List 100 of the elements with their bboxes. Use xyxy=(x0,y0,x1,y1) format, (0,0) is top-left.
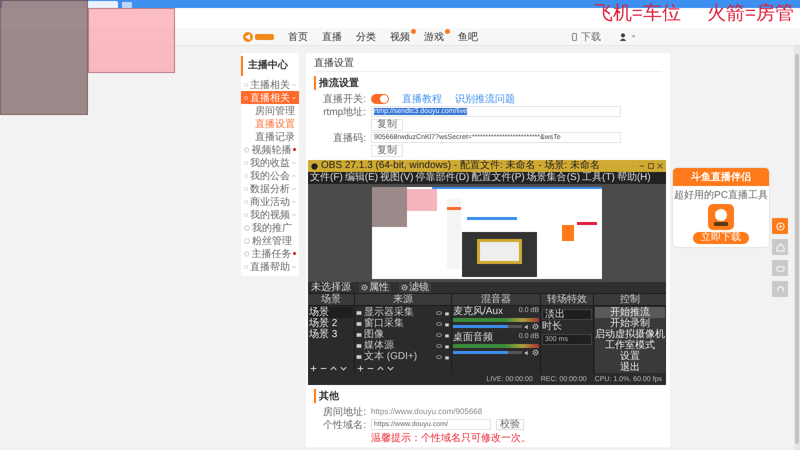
nav-link[interactable]: 游戏 xyxy=(424,29,450,44)
source-item[interactable]: 窗口采集 xyxy=(364,318,434,328)
source-item[interactable]: 显示器采集 xyxy=(364,308,434,318)
volume-slider[interactable] xyxy=(453,351,522,354)
menu-item[interactable]: 视图(V) xyxy=(380,173,414,183)
source-item[interactable]: 文本 (GDI+) xyxy=(364,352,434,362)
sidebar-item[interactable]: 数据分析 xyxy=(241,182,299,195)
nav-link[interactable]: 直播 xyxy=(322,29,348,44)
minus-icon[interactable] xyxy=(320,365,327,372)
scene-item[interactable]: 场景 3 xyxy=(309,329,353,340)
transition-select[interactable]: 淡出 xyxy=(542,309,592,320)
settings-icon[interactable] xyxy=(532,323,539,330)
scene-item[interactable]: 场景 xyxy=(309,307,353,318)
circle-icon xyxy=(244,146,250,152)
chevron-up-icon[interactable] xyxy=(377,365,384,372)
nav-link[interactable]: 首页 xyxy=(288,29,314,44)
field-label: 直播码: xyxy=(332,132,366,144)
sidebar-subitem[interactable]: 直播记录 xyxy=(241,130,299,143)
field-label: 个性域名: xyxy=(322,418,366,432)
settings-icon[interactable] xyxy=(401,284,408,291)
sidebar-title: 主播中心 xyxy=(241,56,299,76)
menu-item[interactable]: 场景集合(S) xyxy=(526,173,580,183)
circle-icon xyxy=(244,212,248,218)
circle-icon xyxy=(244,224,250,230)
dock-header: 来源 xyxy=(355,294,451,305)
sidebar-item[interactable]: 商业活动 xyxy=(241,195,299,208)
source-item[interactable]: 媒体源 xyxy=(364,340,434,350)
nav-link[interactable]: 鱼吧 xyxy=(458,29,484,44)
page-title: 直播设置 xyxy=(314,56,662,72)
maximize-icon[interactable] xyxy=(648,163,654,169)
field-label: 房间地址: xyxy=(322,406,366,418)
dock-header: 控制 xyxy=(594,294,666,305)
dock-header: 混音器 xyxy=(452,294,540,305)
avatar-icon[interactable] xyxy=(619,32,627,40)
scene-item[interactable]: 场景 2 xyxy=(309,318,353,329)
play-icon xyxy=(776,222,784,230)
field-label: 直播开关: xyxy=(322,92,366,106)
play-button[interactable] xyxy=(772,218,788,234)
minus-icon[interactable] xyxy=(367,365,374,372)
settings-icon[interactable] xyxy=(361,284,368,291)
section-title: 其他 xyxy=(314,389,662,403)
plus-icon[interactable] xyxy=(310,365,317,372)
sidebar-item[interactable]: 粉丝管理 xyxy=(241,234,299,247)
settings-icon[interactable] xyxy=(532,349,539,356)
close-icon[interactable] xyxy=(657,163,663,169)
sidebar-item[interactable]: 我的推广 xyxy=(241,221,299,234)
toolbar-button[interactable]: 属性 xyxy=(359,282,391,292)
control-button[interactable]: 工作室模式 xyxy=(595,340,665,351)
sidebar-item[interactable]: 直播帮助 xyxy=(241,260,299,273)
room-url: https://www.douyu.com/905668 xyxy=(371,407,482,416)
caret-icon[interactable] xyxy=(631,34,636,39)
status-label: 未选择源 xyxy=(311,282,351,292)
menu-item[interactable]: 停靠部件(D) xyxy=(415,173,470,183)
sidebar-item[interactable]: 我的公会 xyxy=(241,169,299,182)
copy-button[interactable]: 复制 xyxy=(371,118,403,130)
download-link[interactable]: 下载 xyxy=(581,30,601,44)
circle-icon xyxy=(244,172,248,178)
sidebar-item[interactable]: 主播任务 xyxy=(241,247,299,260)
chevron-down-icon[interactable] xyxy=(387,365,394,372)
menu-item[interactable]: 配置文件(P) xyxy=(471,173,525,183)
scrollbar[interactable] xyxy=(794,46,800,450)
control-button[interactable]: 开始录制 xyxy=(595,318,665,329)
sidebar-item[interactable]: 视频轮播 xyxy=(241,143,299,156)
minimize-icon[interactable] xyxy=(639,163,645,169)
nav-link[interactable]: 分类 xyxy=(356,29,382,44)
chevron-up-icon[interactable] xyxy=(330,365,337,372)
toolbar-button[interactable]: 滤镜 xyxy=(399,282,431,292)
circle-icon xyxy=(244,160,248,166)
nav-link[interactable]: 视频 xyxy=(390,29,416,44)
verify-button[interactable]: 校验 xyxy=(496,419,524,430)
promo-title: 斗鱼直播伴侣 xyxy=(673,168,769,186)
plus-icon[interactable] xyxy=(357,365,364,372)
home-icon xyxy=(776,242,784,252)
control-button[interactable]: 启动虚拟摄像机 xyxy=(595,329,665,340)
chevron-down-icon[interactable] xyxy=(340,365,347,372)
control-button[interactable]: 开始推流 xyxy=(595,307,665,318)
field-label: rtmp地址: xyxy=(322,106,366,118)
circle-icon xyxy=(244,238,250,244)
dock-header: 转场特效 xyxy=(541,294,593,305)
menu-item[interactable]: 文件(F) xyxy=(310,173,343,183)
sidebar-item[interactable]: 我的收益 xyxy=(241,156,299,169)
circle-icon xyxy=(244,186,248,192)
sidebar-item[interactable]: 我的视频 xyxy=(241,208,299,221)
channel-name: 麦克风/Aux xyxy=(453,307,504,317)
sidebar-subitem[interactable]: 房间管理 xyxy=(241,104,299,117)
source-item[interactable]: 图像 xyxy=(364,330,434,340)
dock-header: 场景 xyxy=(308,294,354,305)
overlay-text: 火箭=房管 xyxy=(706,2,794,26)
control-button[interactable]: 退出 xyxy=(595,362,665,373)
circle-icon xyxy=(244,250,250,256)
sidebar-item[interactable]: 主播相关 xyxy=(241,78,299,91)
control-button[interactable]: 设置 xyxy=(595,351,665,362)
circle-icon xyxy=(244,94,248,100)
toggle-switch[interactable] xyxy=(371,94,389,104)
volume-slider[interactable] xyxy=(453,325,522,328)
menu-item[interactable]: 编辑(E) xyxy=(344,173,378,183)
copy-button[interactable]: 复制 xyxy=(371,144,403,156)
circle-icon xyxy=(244,198,248,204)
menu-item[interactable]: 帮助(H) xyxy=(616,173,651,183)
menu-item[interactable]: 工具(T) xyxy=(582,173,615,183)
